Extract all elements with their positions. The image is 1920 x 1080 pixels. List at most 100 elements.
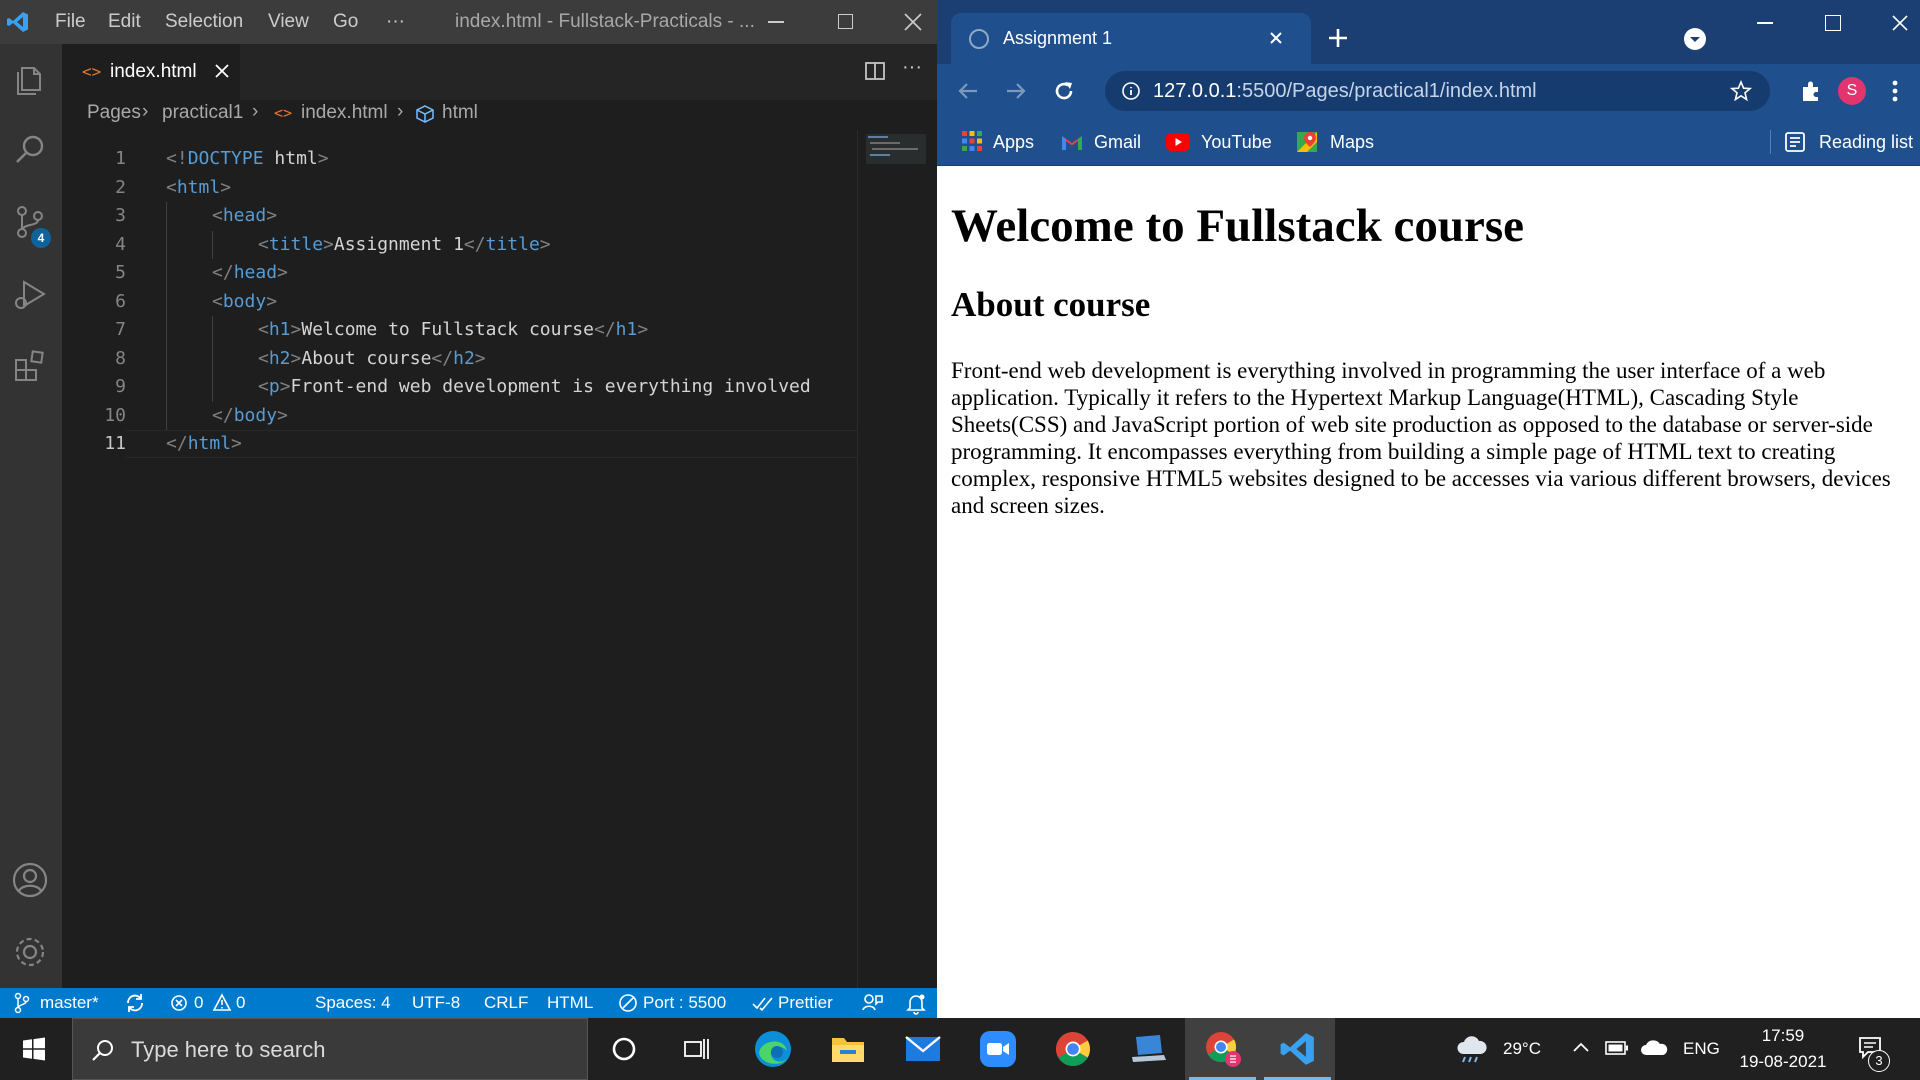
- code-line[interactable]: </head>: [212, 259, 288, 287]
- back-arrow-icon[interactable]: [957, 80, 979, 102]
- reload-icon[interactable]: [1052, 79, 1076, 103]
- browser-tab[interactable]: Assignment 1: [951, 13, 1311, 64]
- cube-icon: [415, 105, 435, 123]
- status-warnings[interactable]: 0: [236, 988, 245, 1018]
- minimize-icon[interactable]: [1757, 22, 1773, 24]
- code-line[interactable]: <h1>Welcome to Fullstack course</h1>: [258, 316, 648, 344]
- bookmark-star-icon[interactable]: [1730, 80, 1752, 102]
- clock[interactable]: 17:59 19-08-2021: [1736, 1023, 1830, 1075]
- search-icon[interactable]: [12, 132, 48, 168]
- extensions-icon[interactable]: [12, 348, 48, 384]
- code-line[interactable]: <h2>About course</h2>: [258, 345, 486, 373]
- input-language[interactable]: ENG: [1683, 1018, 1720, 1080]
- tab-close-icon[interactable]: [1269, 31, 1283, 45]
- close-icon[interactable]: [1891, 14, 1909, 32]
- code-line[interactable]: <!DOCTYPE html>: [166, 145, 329, 173]
- more-actions-icon[interactable]: ···: [902, 56, 922, 79]
- status-live-server-port[interactable]: Port : 5500: [643, 988, 726, 1018]
- menu-more[interactable]: ···: [386, 0, 405, 44]
- line-number: 11: [104, 433, 126, 454]
- code-line[interactable]: </html>: [166, 430, 242, 458]
- status-errors[interactable]: 0: [194, 988, 203, 1018]
- breadcrumb-html[interactable]: html: [442, 102, 478, 124]
- code-token: body: [222, 290, 267, 312]
- kebab-menu-icon[interactable]: [1891, 78, 1899, 104]
- menu-edit[interactable]: Edit: [108, 0, 141, 44]
- sync-icon[interactable]: [124, 988, 146, 1018]
- code-line[interactable]: <p>Front-end web development is everythi…: [258, 373, 811, 401]
- mail-icon[interactable]: [885, 1018, 960, 1080]
- code-line[interactable]: <html>: [166, 174, 231, 202]
- code-token: >: [220, 176, 232, 198]
- onedrive-cloud-icon[interactable]: [1640, 1039, 1668, 1057]
- status-encoding[interactable]: UTF-8: [412, 988, 460, 1018]
- notifications-bell-icon[interactable]: [906, 988, 926, 1018]
- status-prettier[interactable]: Prettier: [778, 988, 833, 1018]
- menu-go[interactable]: Go: [333, 0, 358, 44]
- warning-icon[interactable]: [212, 988, 232, 1018]
- page-paragraph: Front-end web development is everything …: [951, 358, 1891, 518]
- run-debug-icon[interactable]: [12, 276, 48, 312]
- bookmark-apps[interactable]: Apps: [993, 118, 1034, 166]
- tab-search-icon[interactable]: [1684, 28, 1706, 50]
- menu-view[interactable]: View: [268, 0, 309, 44]
- bookmark-youtube[interactable]: YouTube: [1201, 118, 1272, 166]
- code-token: <: [212, 290, 223, 312]
- zoom-icon[interactable]: [960, 1018, 1035, 1080]
- menu-selection[interactable]: Selection: [165, 0, 243, 44]
- code-editor[interactable]: 1 <!DOCTYPE html> 2 <html> 3 <head> 4 <title>As…: [62, 130, 857, 988]
- status-indentation[interactable]: Spaces: 4: [315, 988, 391, 1018]
- profile-avatar[interactable]: S: [1838, 77, 1866, 105]
- code-line[interactable]: <head>: [212, 202, 277, 230]
- minimize-icon[interactable]: [768, 21, 784, 23]
- chrome-icon[interactable]: [1035, 1018, 1110, 1080]
- edge-browser-icon[interactable]: [735, 1018, 810, 1080]
- explorer-icon[interactable]: [12, 60, 48, 96]
- status-eol[interactable]: CRLF: [484, 988, 528, 1018]
- code-line[interactable]: </body>: [212, 402, 288, 430]
- new-tab-plus-icon[interactable]: [1327, 27, 1349, 49]
- search-icon: [91, 1038, 115, 1062]
- status-branch[interactable]: master*: [40, 988, 99, 1018]
- bookmark-gmail[interactable]: Gmail: [1094, 118, 1141, 166]
- close-icon[interactable]: [903, 12, 923, 32]
- address-bar[interactable]: 127.0.0.1:5500/Pages/practical1/index.ht…: [1105, 71, 1770, 111]
- weather-cloud-icon[interactable]: [1455, 1034, 1489, 1064]
- maximize-icon[interactable]: [1825, 15, 1841, 31]
- accounts-icon[interactable]: [10, 860, 50, 900]
- reading-list[interactable]: Reading list: [1819, 118, 1913, 166]
- battery-icon[interactable]: [1605, 1040, 1629, 1056]
- error-icon[interactable]: [170, 988, 188, 1018]
- minimap[interactable]: [857, 130, 937, 988]
- breadcrumb-file[interactable]: index.html: [301, 102, 388, 124]
- bookmark-maps[interactable]: Maps: [1330, 118, 1374, 166]
- windows-start-icon[interactable]: [22, 1037, 46, 1061]
- maximize-icon[interactable]: [838, 14, 853, 29]
- code-line[interactable]: <title>Assignment 1</title>: [258, 231, 551, 259]
- weather-temperature[interactable]: 29°C: [1503, 1018, 1541, 1080]
- status-language[interactable]: HTML: [547, 988, 593, 1018]
- site-info-icon[interactable]: [1121, 81, 1141, 101]
- file-explorer-icon[interactable]: [810, 1018, 885, 1080]
- chevron-up-icon[interactable]: [1572, 1041, 1590, 1053]
- vscode-taskbar-icon[interactable]: [1260, 1018, 1335, 1080]
- code-line[interactable]: <body>: [212, 288, 277, 316]
- laptop-app-icon[interactable]: [1110, 1018, 1185, 1080]
- chrome-profile-icon[interactable]: [1185, 1018, 1260, 1080]
- url-text[interactable]: 127.0.0.1:5500/Pages/practical1/index.ht…: [1153, 71, 1537, 111]
- taskbar-search-box[interactable]: Type here to search: [72, 1018, 588, 1080]
- maps-pin-icon: [1296, 130, 1318, 154]
- code-token: head: [233, 262, 278, 283]
- forward-arrow-icon[interactable]: [1005, 80, 1027, 102]
- settings-gear-icon[interactable]: [10, 932, 50, 972]
- task-view-icon[interactable]: [658, 1018, 733, 1080]
- menu-file[interactable]: File: [55, 0, 86, 44]
- tab-close-icon[interactable]: [214, 63, 230, 79]
- extensions-puzzle-icon[interactable]: [1799, 79, 1823, 103]
- breadcrumb-pages[interactable]: Pages: [87, 102, 141, 124]
- tab-index-html[interactable]: <> index.html: [62, 44, 240, 100]
- feedback-icon[interactable]: [861, 988, 883, 1018]
- cortana-icon[interactable]: [586, 1018, 661, 1080]
- breadcrumb-practical1[interactable]: practical1: [162, 102, 243, 124]
- split-editor-icon[interactable]: [864, 60, 886, 82]
